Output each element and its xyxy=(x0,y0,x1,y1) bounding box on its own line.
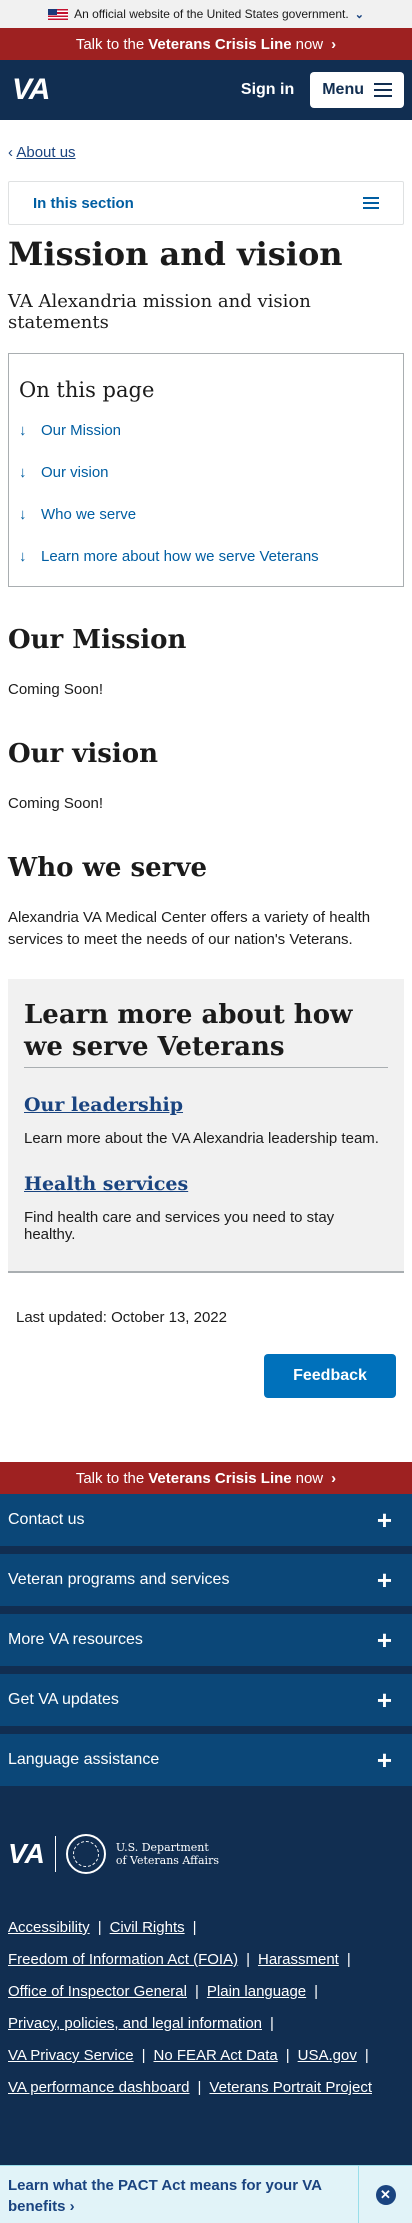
footer-link[interactable]: Veterans Portrait Project xyxy=(209,2079,372,2096)
sign-in-link[interactable]: Sign in xyxy=(241,81,294,99)
footer-link[interactable]: USA.gov xyxy=(298,2047,357,2064)
jump-link-label: Our Mission xyxy=(41,422,122,439)
crisis-suffix: now xyxy=(295,35,324,53)
site-footer: Talk to the Veterans Crisis Line now › C… xyxy=(0,1462,412,2196)
jump-link[interactable]: ↓ Learn more about how we serve Veterans xyxy=(19,546,393,568)
footer-link[interactable]: Privacy, policies, and legal information xyxy=(8,2015,262,2032)
close-icon: ✕ xyxy=(375,2184,396,2205)
serve-text: Alexandria VA Medical Center offers a va… xyxy=(8,909,371,948)
arrow-down-icon: ↓ xyxy=(19,548,27,565)
accordion-label: Veteran programs and services xyxy=(8,1571,230,1588)
arrow-down-icon: ↓ xyxy=(19,422,27,439)
back-link[interactable]: About us xyxy=(16,144,75,161)
dept-line2: of Veterans Affairs xyxy=(115,1854,219,1867)
plus-icon: + xyxy=(376,1505,392,1535)
footer-link[interactable]: Plain language xyxy=(207,1983,306,2000)
accordion-label: More VA resources xyxy=(8,1631,143,1648)
jump-link[interactable]: ↓ Our vision xyxy=(19,462,393,484)
chevron-down-icon[interactable]: ⌄ xyxy=(355,8,364,21)
footer-link[interactable]: Accessibility xyxy=(8,1919,90,1936)
health-services-desc: Find health care and services you need t… xyxy=(24,1209,335,1243)
footer-link[interactable]: VA performance dashboard xyxy=(8,2079,190,2096)
footer-link[interactable]: VA Privacy Service xyxy=(8,2047,134,2064)
accordion-programs[interactable]: Veteran programs and services + xyxy=(0,1554,412,1614)
hamburger-icon xyxy=(374,83,392,97)
crisis-bold: Veterans Crisis Line xyxy=(148,1469,292,1487)
breadcrumb: ‹ About us xyxy=(8,144,404,161)
accordion-label: Contact us xyxy=(8,1511,85,1528)
va-logo: VA xyxy=(8,1838,45,1869)
page-lead: VA Alexandria mission and vision stateme… xyxy=(8,291,311,333)
menu-label: Menu xyxy=(322,81,364,98)
footer-link[interactable]: Office of Inspector General xyxy=(8,1983,187,2000)
plus-icon: + xyxy=(376,1685,392,1715)
serve-heading: Who we serve xyxy=(8,853,207,883)
plus-icon: + xyxy=(376,1745,392,1775)
page-title: Mission and vision xyxy=(8,235,343,273)
in-this-section-menu[interactable]: In this section xyxy=(8,181,404,225)
accordion-label: Get VA updates xyxy=(8,1691,119,1708)
crisis-line-banner[interactable]: Talk to the Veterans Crisis Line now › xyxy=(0,28,412,60)
sections: Our Mission Coming Soon! Our vision Comi… xyxy=(0,625,412,1398)
crisis-suffix: now xyxy=(295,1469,324,1487)
gov-banner[interactable]: An official website of the United States… xyxy=(0,0,412,28)
close-button[interactable]: ✕ xyxy=(358,2166,412,2223)
footer-links-block: VA U.S. Department of Veterans Affairs Ac… xyxy=(0,1794,412,2196)
health-services-link[interactable]: Health services xyxy=(24,1173,388,1195)
jump-link[interactable]: ↓ Who we serve xyxy=(19,504,393,526)
on-this-page: On this page ↓ Our Mission ↓ Our vision ↓ W… xyxy=(8,353,404,587)
plus-icon: + xyxy=(376,1565,392,1595)
accordion-resources[interactable]: More VA resources + xyxy=(0,1614,412,1674)
pact-act-link[interactable]: Learn what the PACT Act means for your V… xyxy=(0,2166,358,2223)
chevron-right-icon: › xyxy=(331,35,337,53)
va-logo[interactable]: VA xyxy=(12,73,50,107)
in-this-section-label: In this section xyxy=(33,194,134,212)
divider xyxy=(54,1836,56,1872)
crisis-bold: Veterans Crisis Line xyxy=(148,35,292,53)
chevron-right-icon: › xyxy=(331,1469,337,1487)
learn-more-panel: Learn more about how we serve Veterans O… xyxy=(8,979,404,1273)
last-updated: Last updated: October 13, 2022 xyxy=(16,1309,227,1326)
pact-act-banner: Learn what the PACT Act means for your V… xyxy=(0,2165,412,2223)
footer-logo[interactable]: VA U.S. Department of Veterans Affairs xyxy=(8,1834,404,1874)
feedback-button[interactable]: Feedback xyxy=(264,1354,396,1398)
accordion-language[interactable]: Language assistance + xyxy=(0,1734,412,1794)
arrow-down-icon: ↓ xyxy=(19,464,27,481)
arrow-down-icon: ↓ xyxy=(19,506,27,523)
footer-link[interactable]: Civil Rights xyxy=(110,1919,185,1936)
footer-links: Accessibility | Civil Rights | Freedom of I… xyxy=(8,1919,372,2096)
jump-link-label: Our vision xyxy=(41,464,109,481)
mission-heading: Our Mission xyxy=(8,625,187,655)
hamburger-icon xyxy=(363,197,379,209)
crisis-prefix: Talk to the xyxy=(75,1469,145,1487)
leadership-link[interactable]: Our leadership xyxy=(24,1094,388,1116)
on-this-page-heading: On this page xyxy=(19,378,155,402)
learn-more-heading: Learn more about how we serve Veterans xyxy=(24,999,388,1068)
us-flag-icon xyxy=(48,8,69,20)
footer-link[interactable]: Freedom of Information Act (FOIA) xyxy=(8,1951,238,1968)
footer-link[interactable]: No FEAR Act Data xyxy=(154,2047,278,2064)
crisis-prefix: Talk to the xyxy=(75,35,145,53)
dept-name: U.S. Department of Veterans Affairs xyxy=(116,1841,219,1867)
mission-text: Coming Soon! xyxy=(8,681,104,698)
accordion-contact-us[interactable]: Contact us + xyxy=(0,1494,412,1554)
gov-banner-text: An official website of the United States… xyxy=(74,7,349,21)
footer-crisis-line[interactable]: Talk to the Veterans Crisis Line now › xyxy=(0,1462,412,1494)
footer-accordion: Contact us + Veteran programs and service… xyxy=(0,1494,412,1794)
jump-link-label: Who we serve xyxy=(41,506,137,523)
accordion-updates[interactable]: Get VA updates + xyxy=(0,1674,412,1734)
leadership-desc: Learn more about the VA Alexandria leade… xyxy=(24,1130,379,1147)
dept-line1: U.S. Department xyxy=(115,1841,209,1854)
footer-link[interactable]: Harassment xyxy=(258,1951,339,1968)
accordion-label: Language assistance xyxy=(8,1751,160,1768)
vision-text: Coming Soon! xyxy=(8,795,104,812)
jump-link-label: Learn more about how we serve Veterans xyxy=(41,548,319,565)
plus-icon: + xyxy=(376,1625,392,1655)
jump-link[interactable]: ↓ Our Mission xyxy=(19,420,393,442)
site-header: VA Sign in Menu xyxy=(0,60,412,120)
va-seal-icon xyxy=(65,1834,106,1874)
vision-heading: Our vision xyxy=(8,739,159,769)
menu-button[interactable]: Menu xyxy=(310,72,404,108)
main-content: ‹ About us In this section Mission and v… xyxy=(0,144,412,333)
